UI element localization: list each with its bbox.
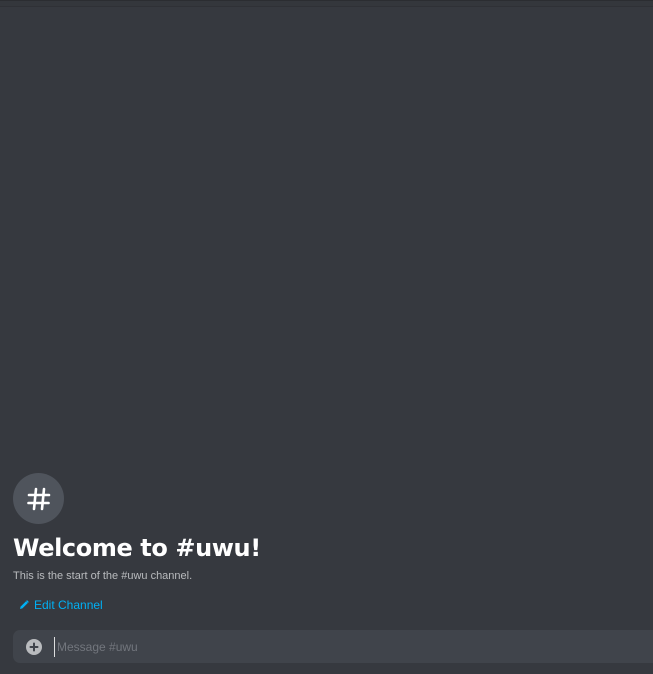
message-composer xyxy=(13,630,653,663)
welcome-title: Welcome to #uwu! xyxy=(13,534,261,562)
chat-view: Welcome to #uwu! This is the start of th… xyxy=(0,0,653,674)
message-input[interactable] xyxy=(54,636,653,657)
welcome-subtitle: This is the start of the #uwu channel. xyxy=(13,570,193,582)
hashtag-icon xyxy=(25,485,53,513)
plus-circle-icon[interactable] xyxy=(26,638,42,655)
pencil-icon xyxy=(19,595,29,614)
header-divider xyxy=(0,1,653,7)
channel-welcome: Welcome to #uwu! This is the start of th… xyxy=(13,473,633,614)
channel-badge xyxy=(13,473,64,524)
edit-channel-button[interactable]: Edit Channel xyxy=(19,595,103,614)
edit-channel-label: Edit Channel xyxy=(34,597,103,612)
